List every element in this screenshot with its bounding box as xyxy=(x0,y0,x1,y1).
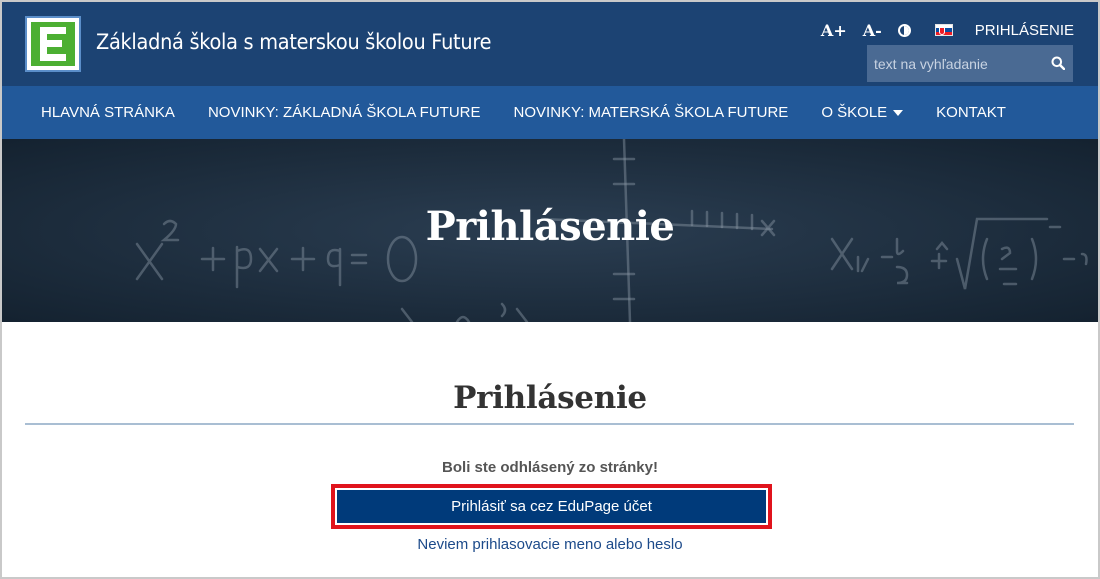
hero-banner: Prihlásenie xyxy=(2,139,1098,322)
login-link[interactable]: PRIHLÁSENIE xyxy=(975,22,1074,39)
title-divider xyxy=(25,423,1074,425)
forgot-credentials-link-text[interactable]: Neviem prihlasovacie meno alebo heslo xyxy=(417,536,682,553)
nav-item-news-school[interactable]: NOVINKY: ZÁKLADNÁ ŠKOLA FUTURE xyxy=(208,104,481,121)
nav-item-label: NOVINKY: ZÁKLADNÁ ŠKOLA FUTURE xyxy=(207,104,481,121)
slovak-flag-icon[interactable] xyxy=(934,24,953,36)
nav-item-about[interactable]: O ŠKOLE xyxy=(821,104,904,121)
page-title: Prihlásenie xyxy=(453,380,647,416)
nav-item-label: HLAVNÁ STRÁNKA xyxy=(41,104,175,121)
forgot-credentials-link: Neviem prihlasovacie meno alebo heslo xyxy=(2,536,1098,553)
hero-title: Prihlásenie xyxy=(425,203,675,250)
edupage-login-button[interactable]: Prihlásiť sa cez EduPage účet xyxy=(337,490,766,523)
nav-item-home[interactable]: HLAVNÁ STRÁNKA xyxy=(41,104,175,121)
nav-item-label: NOVINKY: MATERSKÁ ŠKOLA FUTURE xyxy=(513,104,789,121)
logo-e-icon xyxy=(31,22,75,66)
search-box xyxy=(867,45,1073,82)
contrast-icon[interactable] xyxy=(897,23,911,37)
search-icon[interactable] xyxy=(1051,56,1065,70)
main-nav: HLAVNÁ STRÁNKA NOVINKY: ZÁKLADNÁ ŠKOLA F… xyxy=(2,86,1098,139)
caret-down-icon xyxy=(893,110,904,116)
search-input[interactable] xyxy=(867,55,1037,72)
logout-message: Boli ste odhlásený zo stránky! xyxy=(442,459,658,476)
page-frame: Základná škola s materskou školou Future… xyxy=(0,0,1100,579)
edupage-login-highlight: Prihlásiť sa cez EduPage účet xyxy=(331,484,772,529)
font-increase-button[interactable]: A+ xyxy=(821,21,847,40)
school-name[interactable]: Základná škola s materskou školou Future xyxy=(96,30,491,54)
nav-item-news-kindergarten[interactable]: NOVINKY: MATERSKÁ ŠKOLA FUTURE xyxy=(514,104,789,121)
font-decrease-button[interactable]: A- xyxy=(863,21,882,40)
nav-item-label: O ŠKOLE xyxy=(821,104,888,121)
site-header: Základná škola s materskou školou Future… xyxy=(2,2,1098,86)
accessibility-tools: A+ A- PRIHLÁSENIE xyxy=(821,18,1074,42)
login-section: Prihlásenie Boli ste odhlásený zo stránk… xyxy=(2,322,1098,577)
school-logo[interactable] xyxy=(25,16,81,72)
nav-item-contact[interactable]: KONTAKT xyxy=(936,104,1006,121)
nav-item-label: KONTAKT xyxy=(936,104,1006,121)
